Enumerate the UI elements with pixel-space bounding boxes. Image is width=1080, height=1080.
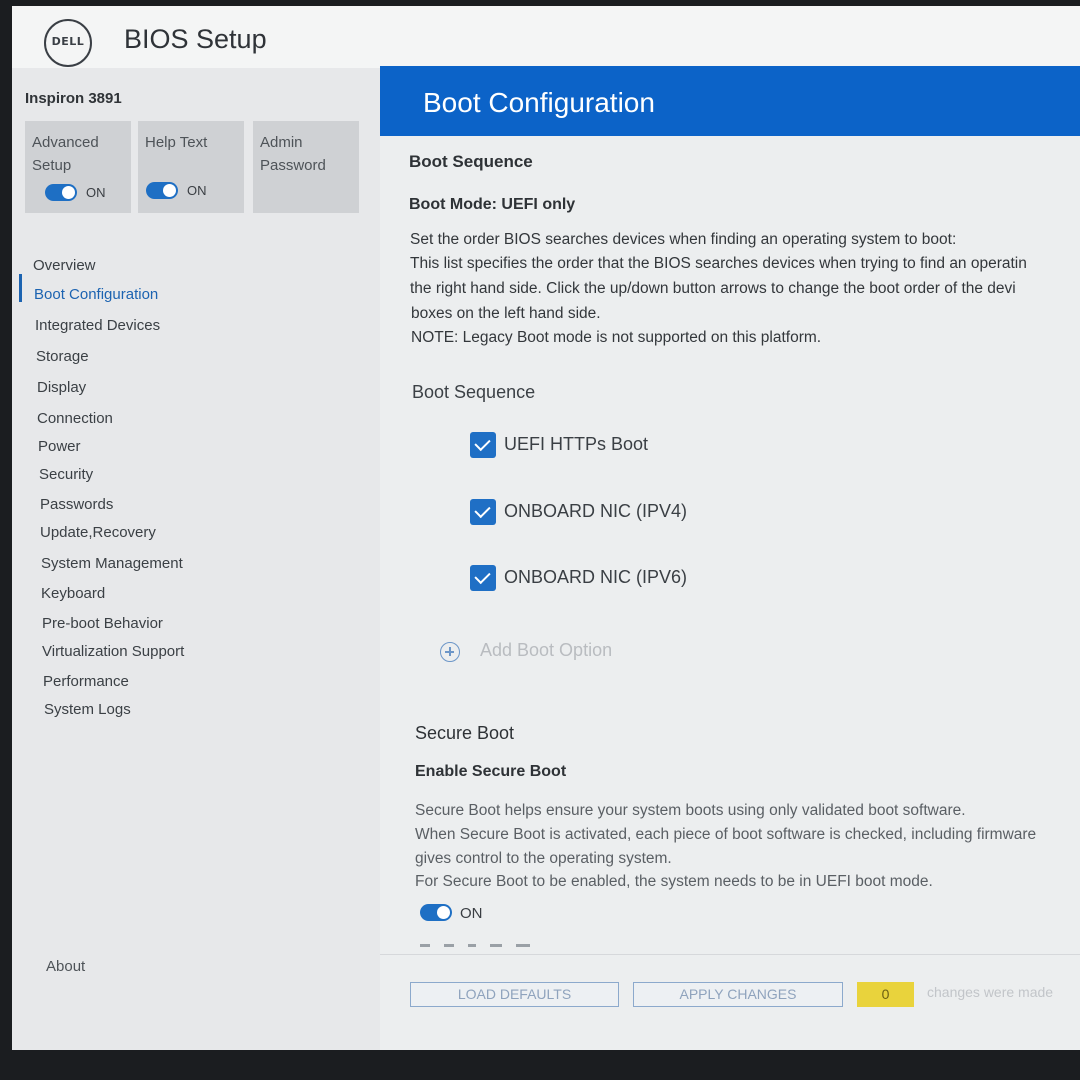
secure-boot-toggle[interactable] (420, 904, 452, 921)
advanced-setup-label: Advanced Setup (32, 134, 99, 174)
sidebar-item-connection[interactable]: Connection (37, 410, 113, 427)
dell-logo-text: DELL (51, 35, 85, 48)
change-count-badge: 0 (857, 982, 914, 1007)
changes-status-text: changes were made (927, 984, 1054, 1000)
admin-password-label: Admin Password (260, 134, 326, 174)
system-model: Inspiron 3891 (25, 90, 122, 107)
boot-description-line-1: Set the order BIOS searches devices when… (410, 231, 957, 248)
enable-secure-boot-heading: Enable Secure Boot (415, 763, 567, 780)
sidebar-item-passwords[interactable]: Passwords (40, 496, 113, 513)
advanced-setup-toggle[interactable] (45, 184, 77, 201)
sidebar-item-power[interactable]: Power (38, 438, 81, 455)
secure-boot-description-line-4: For Secure Boot to be enabled, the syste… (415, 873, 933, 890)
sidebar-item-performance[interactable]: Performance (43, 673, 129, 690)
sidebar-item-virtualization-support[interactable]: Virtualization Support (42, 643, 184, 660)
onboard-nic-ipv4-checkbox[interactable] (470, 499, 496, 525)
help-text-toggle[interactable] (146, 182, 178, 199)
boot-description-line-2: This list specifies the order that the B… (410, 255, 1027, 272)
page-title: Boot Configuration (423, 87, 655, 118)
sidebar-item-update-recovery[interactable]: Update,Recovery (40, 524, 156, 541)
help-text-tile[interactable]: Help Text ON (138, 121, 244, 213)
app-title: BIOS Setup (124, 24, 267, 54)
footer-divider (380, 954, 1080, 955)
app-header: DELL BIOS Setup (12, 6, 1080, 68)
sidebar-item-overview[interactable]: Overview (33, 257, 96, 274)
sidebar-item-system-management[interactable]: System Management (41, 555, 183, 572)
secure-boot-toggle-state: ON (460, 905, 483, 922)
load-defaults-button[interactable]: LOAD DEFAULTS (410, 982, 619, 1007)
boot-sequence-label: Boot Sequence (412, 382, 536, 402)
bios-screen: DELL BIOS Setup Inspiron 3891 Advanced S… (12, 6, 1080, 1050)
plus-circle-icon (440, 642, 460, 662)
boot-description-line-4: boxes on the left hand side. (411, 305, 601, 322)
sidebar-item-keyboard[interactable]: Keyboard (41, 585, 105, 602)
sidebar-item-security[interactable]: Security (39, 466, 93, 483)
boot-sequence-heading: Boot Sequence (409, 152, 533, 171)
help-text-label: Help Text (145, 134, 208, 151)
page-banner: Boot Configuration (380, 66, 1080, 136)
sidebar-item-boot-configuration[interactable]: Boot Configuration (34, 286, 158, 303)
sidebar-item-pre-boot-behavior[interactable]: Pre-boot Behavior (42, 615, 163, 632)
boot-mode: Boot Mode: UEFI only (409, 196, 576, 213)
uefi-https-boot-label: UEFI HTTPs Boot (504, 434, 649, 454)
sidebar-item-storage[interactable]: Storage (36, 348, 89, 365)
sidebar-item-system-logs[interactable]: System Logs (44, 701, 131, 718)
admin-password-tile[interactable]: Admin Password (253, 121, 359, 213)
secure-boot-description-line-3: gives control to the operating system. (415, 850, 672, 867)
help-text-state: ON (187, 183, 207, 198)
secure-boot-description-line-2: When Secure Boot is activated, each piec… (415, 826, 1037, 843)
boot-description-line-3: the right hand side. Click the up/down b… (410, 280, 1016, 297)
dell-logo: DELL (44, 19, 92, 67)
next-setting-heading-partial (420, 944, 540, 948)
boot-description-line-5: NOTE: Legacy Boot mode is not supported … (411, 329, 822, 346)
onboard-nic-ipv4-label: ONBOARD NIC (IPV4) (504, 501, 688, 521)
about-link[interactable]: About (46, 958, 85, 975)
sidebar: Inspiron 3891 Advanced Setup ON Help Tex… (12, 68, 380, 1050)
advanced-setup-state: ON (86, 185, 106, 200)
onboard-nic-ipv6-checkbox[interactable] (470, 565, 496, 591)
apply-changes-button[interactable]: APPLY CHANGES (633, 982, 843, 1007)
sidebar-item-integrated-devices[interactable]: Integrated Devices (35, 317, 160, 334)
add-boot-option-label: Add Boot Option (480, 640, 613, 660)
secure-boot-description-line-1: Secure Boot helps ensure your system boo… (415, 802, 966, 819)
active-nav-marker (19, 274, 22, 302)
sidebar-item-display[interactable]: Display (37, 379, 86, 396)
onboard-nic-ipv6-label: ONBOARD NIC (IPV6) (504, 567, 688, 587)
uefi-https-boot-checkbox[interactable] (470, 432, 496, 458)
secure-boot-heading: Secure Boot (415, 723, 515, 743)
main-panel: Boot Configuration Boot Sequence Boot Mo… (380, 66, 1080, 1050)
advanced-setup-tile[interactable]: Advanced Setup ON (25, 121, 131, 213)
